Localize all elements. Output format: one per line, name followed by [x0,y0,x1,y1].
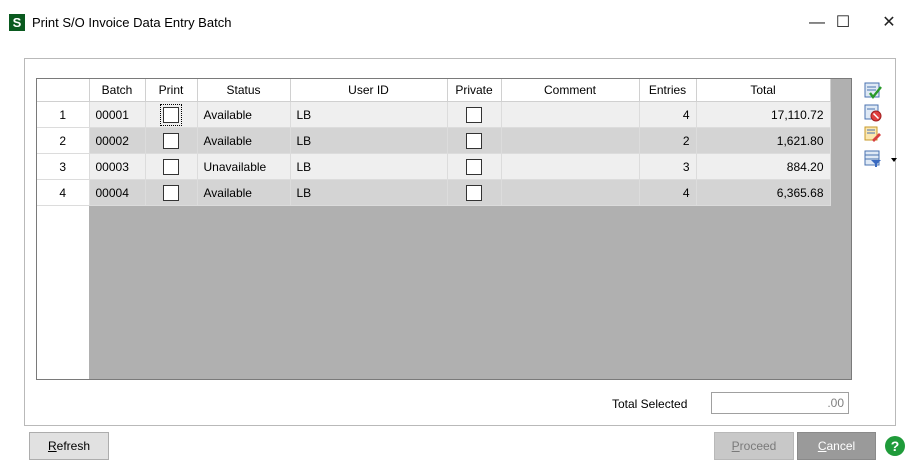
edit-list-icon[interactable] [864,126,882,144]
maximize-button[interactable]: ☐ [820,8,866,38]
print-cell[interactable] [145,153,198,180]
clear-selection-icon[interactable] [864,104,882,122]
total-cell: 17,110.72 [696,101,831,128]
user-id-cell: LB [290,127,448,154]
print-column-header[interactable]: Print [145,79,198,102]
refresh-label: efresh [56,439,91,453]
comment-column-header[interactable]: Comment [501,79,640,102]
private-cell[interactable] [447,127,502,154]
table-row[interactable]: 2 00002 Available LB 2 1,621.80 [37,127,831,154]
total-selected-label: Total Selected [612,397,688,411]
filter-dropdown-icon[interactable] [864,150,898,168]
print-checkbox[interactable] [160,103,182,126]
private-checkbox[interactable] [466,184,482,201]
entries-column-header[interactable]: Entries [639,79,697,102]
print-cell[interactable] [145,101,198,128]
row-number[interactable]: 2 [37,127,90,154]
batch-cell[interactable]: 00001 [89,101,146,128]
row-number[interactable]: 4 [37,179,90,206]
status-cell: Available [197,101,291,128]
print-checkbox[interactable] [163,158,179,175]
table-row[interactable]: 1 00001 Available LB 4 17,110.72 [37,101,831,128]
user-id-column-header[interactable]: User ID [290,79,448,102]
batch-column-header[interactable]: Batch [89,79,146,102]
private-column-header[interactable]: Private [447,79,502,102]
grid-empty-area [89,210,851,379]
print-cell[interactable] [145,179,198,206]
entries-cell: 4 [639,101,697,128]
status-column-header[interactable]: Status [197,79,291,102]
batch-table: Batch Print Status User ID Private Comme… [37,79,831,206]
print-checkbox[interactable] [163,184,179,201]
comment-cell [501,153,640,180]
total-cell: 6,365.68 [696,179,831,206]
batch-cell[interactable]: 00004 [89,179,146,206]
status-cell: Available [197,179,291,206]
total-cell: 1,621.80 [696,127,831,154]
user-id-cell: LB [290,101,448,128]
user-id-cell: LB [290,153,448,180]
total-selected-field: .00 [711,392,849,414]
status-cell: Unavailable [197,153,291,180]
total-column-header[interactable]: Total [696,79,831,102]
total-cell: 884.20 [696,153,831,180]
private-checkbox[interactable] [466,158,482,175]
table-row[interactable]: 4 00004 Available LB 4 6,365.68 [37,179,831,206]
entries-cell: 2 [639,127,697,154]
batch-grid[interactable]: Batch Print Status User ID Private Comme… [36,78,852,380]
table-row[interactable]: 3 00003 Unavailable LB 3 884.20 [37,153,831,180]
cancel-label: ancel [826,439,856,453]
proceed-button[interactable]: Proceed [714,432,794,460]
row-number-header [37,79,90,102]
batch-cell[interactable]: 00002 [89,127,146,154]
private-cell[interactable] [447,101,502,128]
comment-cell [501,127,640,154]
entries-cell: 4 [639,179,697,206]
entries-cell: 3 [639,153,697,180]
title-bar: S Print S/O Invoice Data Entry Batch — ☐… [0,0,920,50]
print-cell[interactable] [145,127,198,154]
user-id-cell: LB [290,179,448,206]
proceed-label: roceed [739,439,777,453]
proceed-accelerator: P [731,439,740,453]
window-title: Print S/O Invoice Data Entry Batch [32,15,232,30]
private-checkbox[interactable] [466,106,482,123]
refresh-accelerator: R [47,439,57,453]
refresh-button[interactable]: Refresh [29,432,109,460]
help-icon[interactable]: ? [885,436,905,456]
close-button[interactable]: ✕ [866,8,912,38]
comment-cell [501,101,640,128]
status-cell: Available [197,127,291,154]
comment-cell [501,179,640,206]
private-checkbox[interactable] [466,132,482,149]
cancel-button[interactable]: Cancel [797,432,876,460]
row-number[interactable]: 1 [37,101,90,128]
print-checkbox[interactable] [163,132,179,149]
private-cell[interactable] [447,153,502,180]
select-all-icon[interactable] [864,82,882,100]
row-number[interactable]: 3 [37,153,90,180]
batch-cell[interactable]: 00003 [89,153,146,180]
private-cell[interactable] [447,179,502,206]
app-logo-icon: S [9,14,25,31]
